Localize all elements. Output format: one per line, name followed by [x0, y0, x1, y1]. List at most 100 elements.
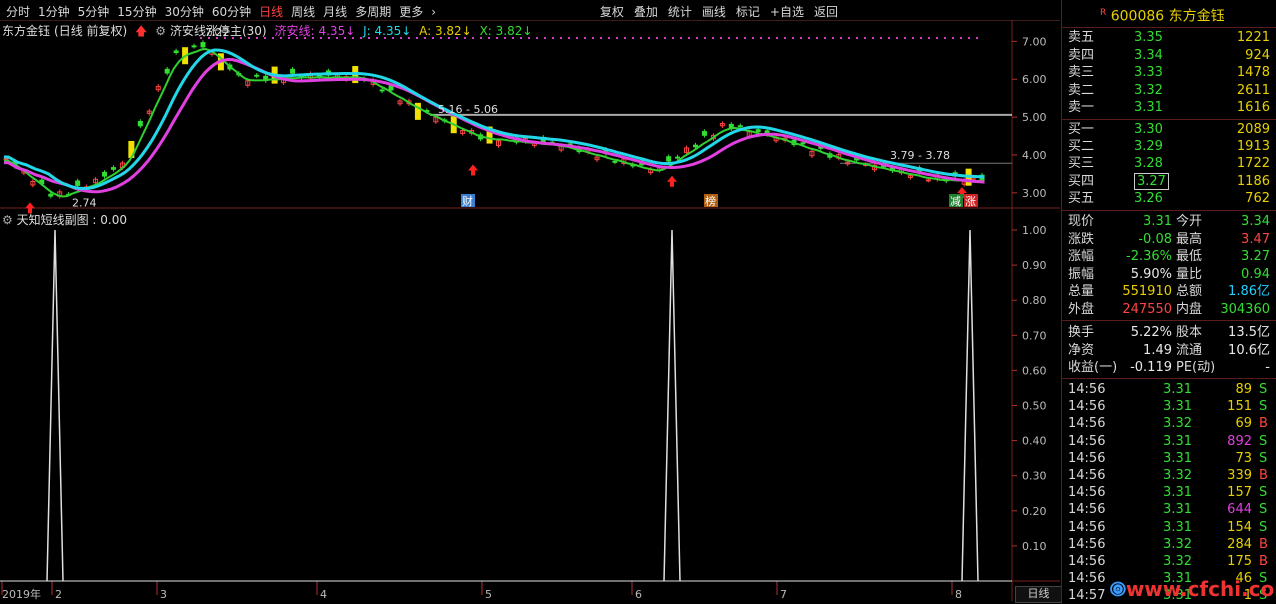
ask-price: 3.31: [1134, 100, 1163, 115]
tick-price: 3.32: [1163, 468, 1192, 483]
x-tick-label: 2019年: [2, 587, 41, 601]
ask-volume: 1616: [1236, 100, 1270, 115]
settings-icon[interactable]: ⚙: [2, 213, 13, 227]
stat-label: 最低: [1176, 249, 1203, 264]
code-badge: R: [1100, 8, 1107, 18]
tick-side: S: [1259, 519, 1268, 535]
tick-time: 14:56: [1068, 433, 1106, 449]
line-value: 4.35↓: [318, 24, 356, 38]
candle-body: [75, 180, 81, 186]
tick-time: 14:56: [1068, 416, 1106, 432]
signal-dot: [920, 37, 922, 39]
period-tab-1[interactable]: 1分钟: [38, 3, 70, 20]
stat-label: 振幅: [1068, 266, 1095, 282]
stat-value: 13.5亿: [1228, 325, 1270, 340]
signal-dot: [816, 37, 818, 39]
signal-dot: [840, 37, 842, 39]
sub-tick-label: 0.20: [1022, 505, 1047, 518]
period-tab-8[interactable]: 月线: [323, 3, 347, 20]
tick-price: 3.31: [1163, 433, 1192, 449]
sub-tick-label: 0.50: [1022, 400, 1047, 413]
stat-value: -0.08: [1138, 231, 1172, 247]
tool-button-2[interactable]: 统计: [668, 3, 692, 20]
signal-dot: [704, 37, 706, 39]
kline-chart[interactable]: 7.00 6.00 5.00 4.00 3.00 1.00 0.90 0.80 0.70 0.60…: [0, 20, 1060, 601]
period-tab-9[interactable]: 多周期: [355, 3, 391, 20]
period-tab-7[interactable]: 周线: [291, 3, 315, 20]
signal-dot: [568, 37, 570, 39]
stat-label: 净资: [1068, 342, 1095, 358]
tick-time: 14:56: [1068, 502, 1106, 518]
stat-value: 247550: [1122, 301, 1172, 317]
signal-dot: [640, 37, 642, 39]
candle-body: [379, 89, 385, 92]
period-tab-10[interactable]: 更多: [399, 3, 423, 20]
stat-label: 涨跌: [1068, 231, 1095, 247]
tool-button-6[interactable]: 返回: [814, 3, 838, 20]
ask-label: 卖五: [1068, 30, 1095, 45]
indicator-name[interactable]: 济安线涨停主(30): [170, 24, 267, 38]
tool-button-3[interactable]: 画线: [702, 3, 726, 20]
signal-dot: [832, 37, 834, 39]
bid-volume: 1913: [1236, 139, 1270, 155]
signal-dot: [616, 37, 618, 39]
signal-dot: [544, 37, 546, 39]
signal-dot: [800, 37, 802, 39]
signal-dot: [824, 37, 826, 39]
price-tick-label: 6.00: [1022, 73, 1047, 86]
signal-dot: [560, 37, 562, 39]
tick-side: B: [1259, 536, 1268, 552]
stat-label: 股本: [1176, 325, 1203, 340]
tick-price: 3.31: [1163, 450, 1192, 466]
bid-price: 3.27: [1134, 172, 1169, 190]
period-tabs: 分时 1分钟 5分钟 15分钟 30分钟 60分钟 日线 周线 月线 多周期 更多 ›: [6, 3, 444, 20]
x-tick-label: 5: [485, 588, 492, 601]
tick-volume: 175: [1227, 554, 1252, 569]
tool-button-5[interactable]: +自选: [770, 3, 804, 20]
period-tab-0[interactable]: 分时: [6, 3, 30, 20]
x-tick-label: 4: [320, 588, 327, 601]
sub-tick-label: 1.00: [1022, 224, 1047, 237]
divider: [1062, 210, 1276, 211]
chevron-right-icon[interactable]: ›: [431, 5, 436, 19]
period-tab-6[interactable]: 日线: [259, 3, 283, 20]
signal-dot: [760, 37, 762, 39]
tool-button-0[interactable]: 复权: [600, 3, 624, 20]
bid-label: 买四: [1068, 173, 1095, 189]
period-tab-2[interactable]: 5分钟: [78, 3, 110, 20]
period-tab-4[interactable]: 30分钟: [165, 3, 204, 20]
bid-price: 3.26: [1134, 190, 1163, 206]
price-tick-label: 5.00: [1022, 111, 1047, 124]
tick-side: S: [1259, 485, 1268, 501]
x-tick-label: 6: [635, 588, 642, 601]
tick-time: 14:56: [1068, 485, 1106, 501]
bid-price: 3.30: [1134, 122, 1163, 137]
sub-tick-label: 0.40: [1022, 435, 1047, 448]
tick-side: S: [1259, 450, 1268, 466]
sub-tick-label: 0.90: [1022, 259, 1047, 272]
line-label: 济安线:: [274, 24, 315, 38]
a-value: A: 3.82↓: [419, 24, 472, 38]
stat-label: 总额: [1176, 284, 1203, 299]
stat-value: 5.90%: [1130, 266, 1172, 282]
period-tab-3[interactable]: 15分钟: [117, 3, 156, 20]
candle-body: [191, 45, 197, 48]
signal-dot: [904, 37, 906, 39]
candle-body: [737, 125, 743, 128]
tick-side: S: [1259, 399, 1268, 415]
signal-dot: [808, 37, 810, 39]
bottom-period-tab[interactable]: 日线: [1015, 586, 1062, 603]
signal-dot: [608, 37, 610, 39]
stat-value: 5.22%: [1130, 325, 1172, 340]
signal-dot: [720, 37, 722, 39]
stat-value: 0.94: [1241, 266, 1270, 282]
settings-icon[interactable]: ⚙: [155, 24, 166, 38]
period-tab-5[interactable]: 60分钟: [212, 3, 251, 20]
tool-button-1[interactable]: 叠加: [634, 3, 658, 20]
stat-value: 551910: [1122, 284, 1172, 299]
candle-body: [693, 144, 698, 148]
chart-tools: 复权 叠加 统计 画线 标记 +自选 返回: [590, 3, 838, 20]
j-line: [3, 48, 985, 191]
tool-button-4[interactable]: 标记: [736, 3, 760, 20]
top-toolbar: 分时 1分钟 5分钟 15分钟 30分钟 60分钟 日线 周线 月线 多周期 更多 › 复权 叠加 统计画…: [0, 0, 1060, 21]
